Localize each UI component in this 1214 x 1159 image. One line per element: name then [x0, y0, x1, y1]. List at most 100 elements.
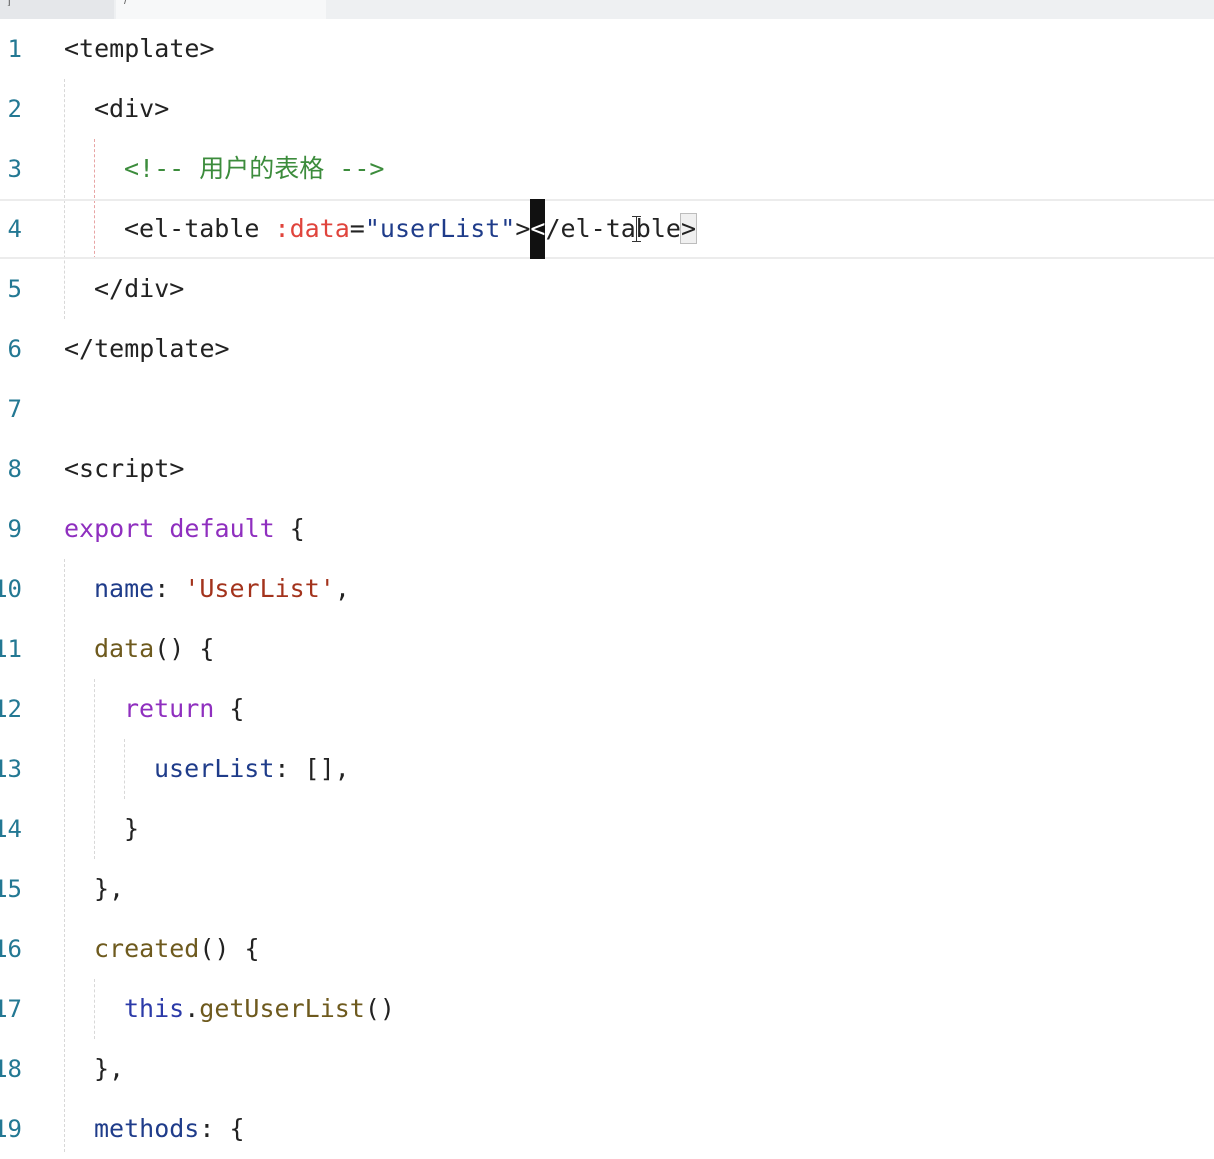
- code-token: 'UserList': [184, 574, 335, 603]
- line-number: 16: [0, 935, 22, 963]
- code-line[interactable]: 17 this.getUserList(): [0, 979, 1214, 1039]
- code-text: data() {: [94, 619, 214, 679]
- code-token: :: [154, 574, 185, 603]
- line-number: 7: [7, 395, 22, 423]
- code-line[interactable]: 11 data() {: [0, 619, 1214, 679]
- code-token: <el-table: [124, 214, 275, 243]
- code-token: }: [124, 814, 140, 843]
- code-text: export default {: [64, 499, 305, 559]
- code-line[interactable]: 9 export default {: [0, 499, 1214, 559]
- tab-label: /: [116, 0, 326, 6]
- code-line[interactable]: 8 <script>: [0, 439, 1214, 499]
- code-text: userList: [],: [154, 739, 350, 799]
- code-token: (): [364, 994, 395, 1023]
- code-token: },: [94, 1054, 125, 1083]
- code-line[interactable]: 15},: [0, 859, 1214, 919]
- code-token: : [],: [274, 754, 350, 783]
- code-line[interactable]: 19 methods: {: [0, 1099, 1214, 1159]
- code-text: <!-- 用户的表格 -->: [124, 139, 384, 199]
- line-number: 3: [7, 155, 22, 183]
- code-text: },: [94, 859, 124, 919]
- code-token: getUserList: [199, 994, 365, 1023]
- code-token: <template>: [64, 34, 215, 63]
- text-cursor-icon: [632, 216, 642, 242]
- line-number: 5: [7, 275, 22, 303]
- code-token: userList: [154, 754, 275, 783]
- code-text: },: [94, 1039, 124, 1099]
- code-text: created() {: [94, 919, 260, 979]
- line-number: 6: [7, 335, 22, 363]
- code-token: :data: [274, 214, 350, 243]
- code-text: name: 'UserList',: [94, 559, 350, 619]
- line-number: 9: [7, 515, 22, 543]
- code-token: () {: [199, 934, 260, 963]
- code-line[interactable]: 4 <el-table :data="userList"></el-table>: [0, 199, 1214, 259]
- code-token: this: [124, 994, 185, 1023]
- code-line[interactable]: 6 </template>: [0, 319, 1214, 379]
- code-text: }: [124, 799, 139, 859]
- code-token: created: [94, 934, 200, 963]
- code-line[interactable]: 2 <div>: [0, 79, 1214, 139]
- code-token: name: [94, 574, 155, 603]
- code-line[interactable]: 12 return {: [0, 679, 1214, 739]
- code-token: </template>: [64, 334, 230, 363]
- tab-label: j: [0, 0, 114, 6]
- code-token: "userList": [364, 214, 516, 243]
- code-token: </div>: [94, 274, 185, 303]
- code-token: <div>: [94, 94, 170, 123]
- code-token: return: [124, 694, 215, 723]
- tab-file-active[interactable]: /: [116, 0, 326, 19]
- code-line[interactable]: 10 name: 'UserList',: [0, 559, 1214, 619]
- code-token: .: [184, 994, 200, 1023]
- tab-file-1[interactable]: j: [0, 0, 114, 19]
- code-text: <script>: [64, 439, 184, 499]
- code-text: return {: [124, 679, 244, 739]
- code-line[interactable]: 1 <template>: [0, 19, 1214, 79]
- code-line[interactable]: 3 <!-- 用户的表格 -->: [0, 139, 1214, 199]
- code-line[interactable]: 7: [0, 379, 1214, 439]
- line-number: 19: [0, 1115, 22, 1143]
- code-text: <el-table :data="userList"></el-table>: [124, 199, 698, 259]
- code-token: },: [94, 874, 125, 903]
- line-number: 11: [0, 635, 22, 663]
- code-text: methods: {: [94, 1099, 245, 1159]
- code-token: {: [274, 514, 305, 543]
- code-text: <template>: [64, 19, 215, 79]
- code-token: =: [349, 214, 365, 243]
- code-text: </template>: [64, 319, 230, 379]
- code-token: methods: [94, 1114, 200, 1143]
- code-token: >: [679, 213, 698, 244]
- code-token: data: [94, 634, 155, 663]
- line-number: 4: [7, 215, 22, 243]
- line-number: 18: [0, 1055, 22, 1083]
- line-number: 13: [0, 755, 22, 783]
- line-number: 1: [7, 35, 22, 63]
- code-token: {: [214, 694, 245, 723]
- tab-bar: j /: [0, 0, 1214, 19]
- text-caret: <: [530, 199, 546, 259]
- code-token: >: [515, 214, 531, 243]
- code-token: <!-- 用户的表格 -->: [124, 154, 385, 183]
- code-editor[interactable]: 1 <template> 2 <div> 3 <!-- 用户的表格 --> 4 <el-tab…: [0, 19, 1214, 1152]
- line-number: 10: [0, 575, 22, 603]
- code-text: </div>: [94, 259, 184, 319]
- code-token: () {: [154, 634, 215, 663]
- code-line[interactable]: 18},: [0, 1039, 1214, 1099]
- line-number: 8: [7, 455, 22, 483]
- code-token: ,: [334, 574, 350, 603]
- code-text: <div>: [94, 79, 169, 139]
- line-number: 17: [0, 995, 22, 1023]
- code-text: this.getUserList(): [124, 979, 395, 1039]
- line-number: 2: [7, 95, 22, 123]
- line-number: 14: [0, 815, 22, 843]
- code-line[interactable]: 14}: [0, 799, 1214, 859]
- line-number: 12: [0, 695, 22, 723]
- line-number: 15: [0, 875, 22, 903]
- code-token: <script>: [64, 454, 185, 483]
- code-token: /el-table: [545, 214, 681, 243]
- code-token: export default: [64, 514, 275, 543]
- code-line[interactable]: 16 created() {: [0, 919, 1214, 979]
- code-line[interactable]: 5 </div>: [0, 259, 1214, 319]
- code-line[interactable]: 13 userList: [],: [0, 739, 1214, 799]
- code-token: : {: [199, 1114, 245, 1143]
